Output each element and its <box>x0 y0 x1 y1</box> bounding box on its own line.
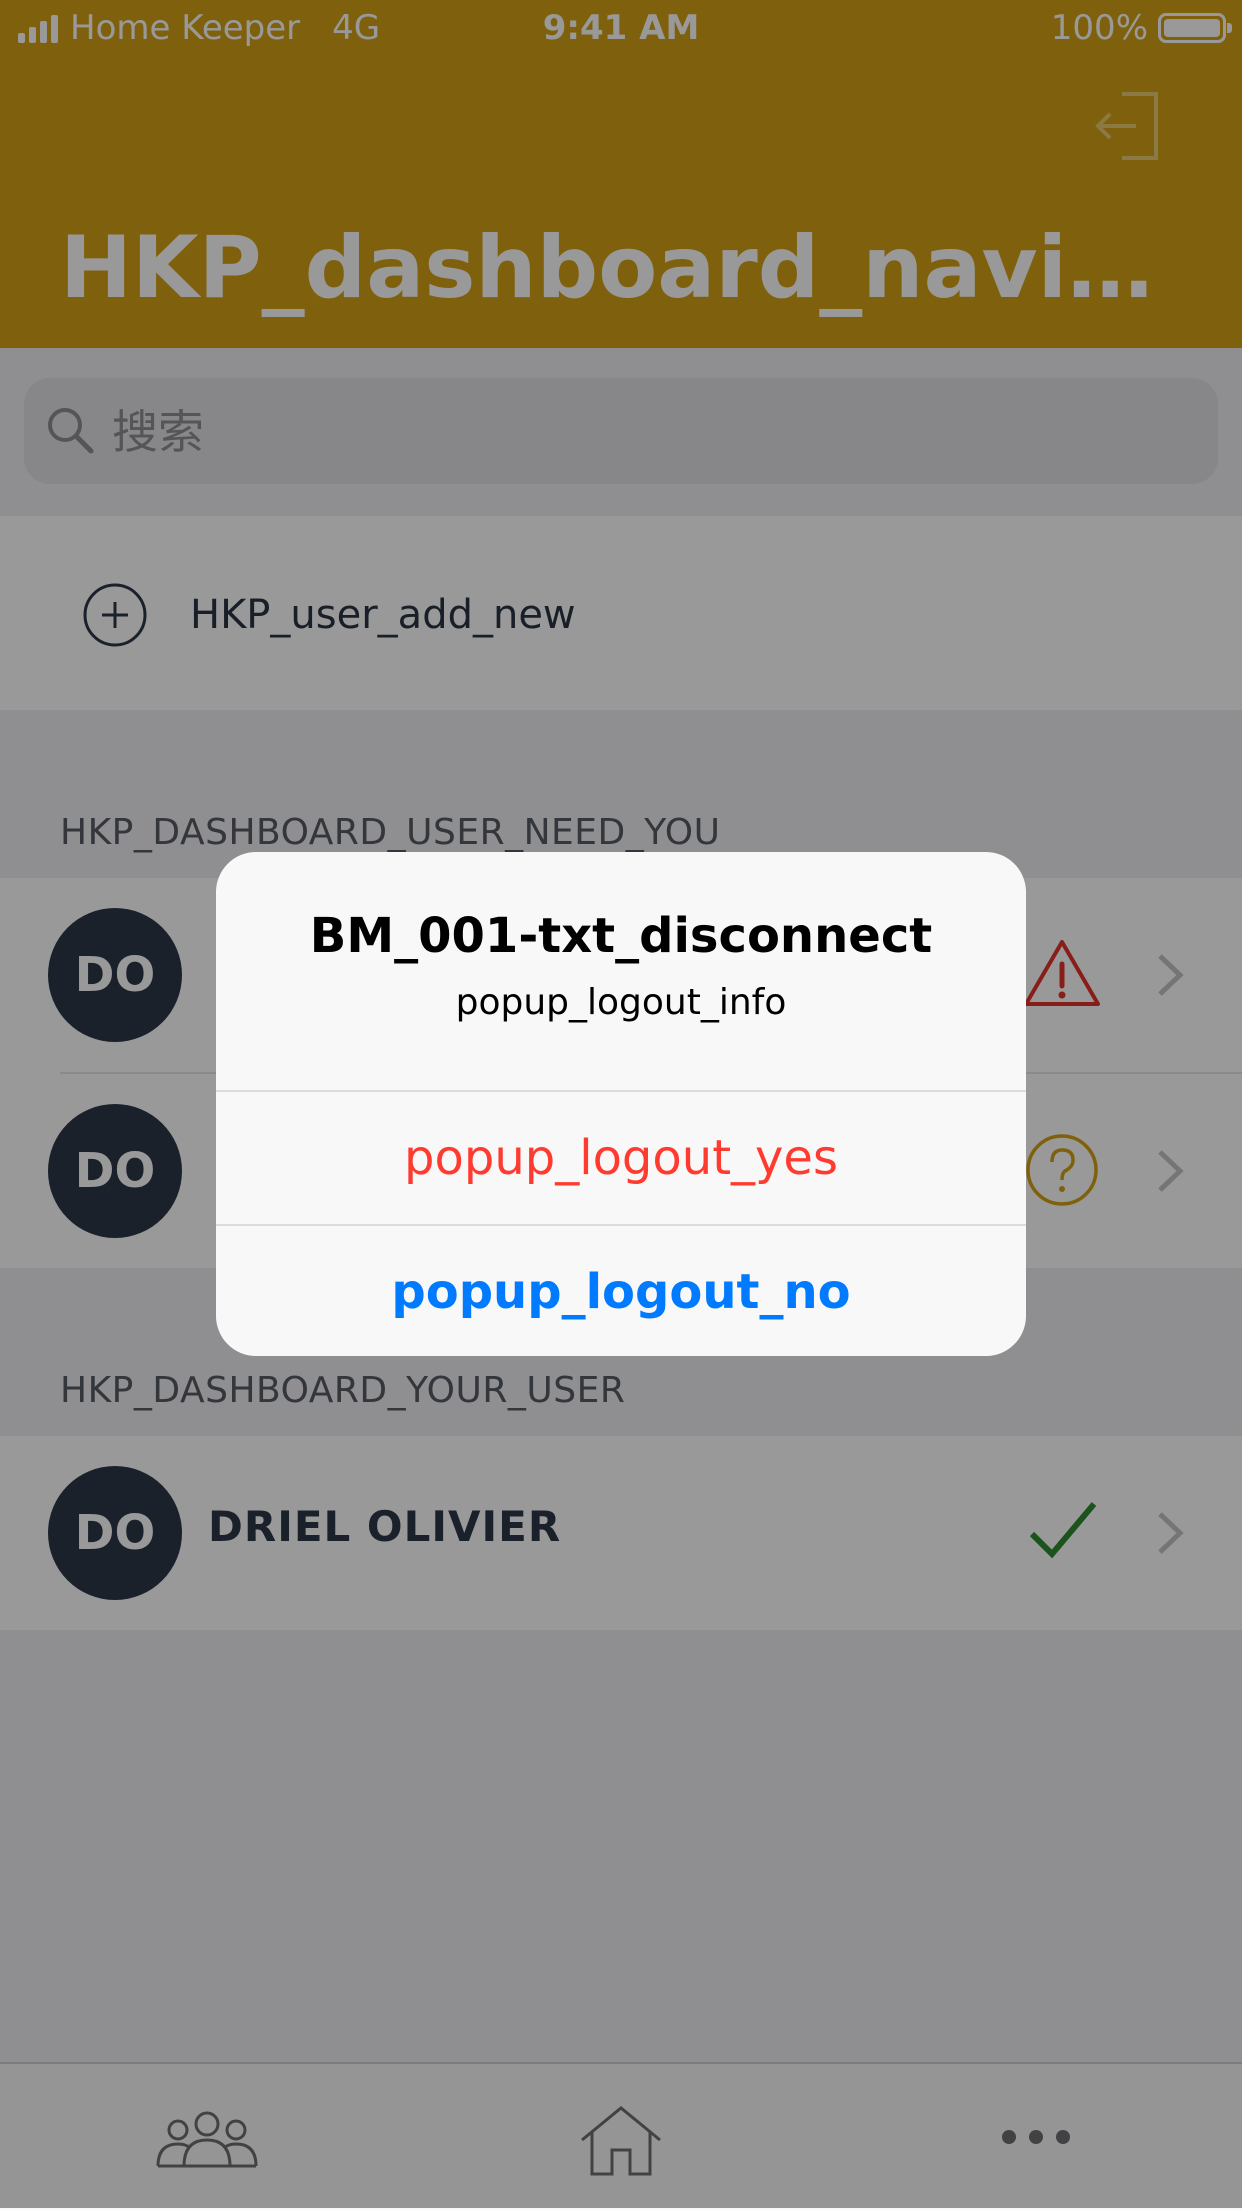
alert-message: popup_logout_info <box>455 982 787 1023</box>
logout-yes-button[interactable]: popup_logout_yes <box>216 1092 1026 1224</box>
logout-no-button[interactable]: popup_logout_no <box>216 1226 1026 1356</box>
logout-alert: BM_001-txt_disconnect popup_logout_info … <box>216 852 1026 1356</box>
alert-title: BM_001-txt_disconnect <box>309 908 933 964</box>
dashboard-screen: Home Keeper 4G 9:41 AM 100% HKP_dashboar… <box>0 0 1242 2210</box>
